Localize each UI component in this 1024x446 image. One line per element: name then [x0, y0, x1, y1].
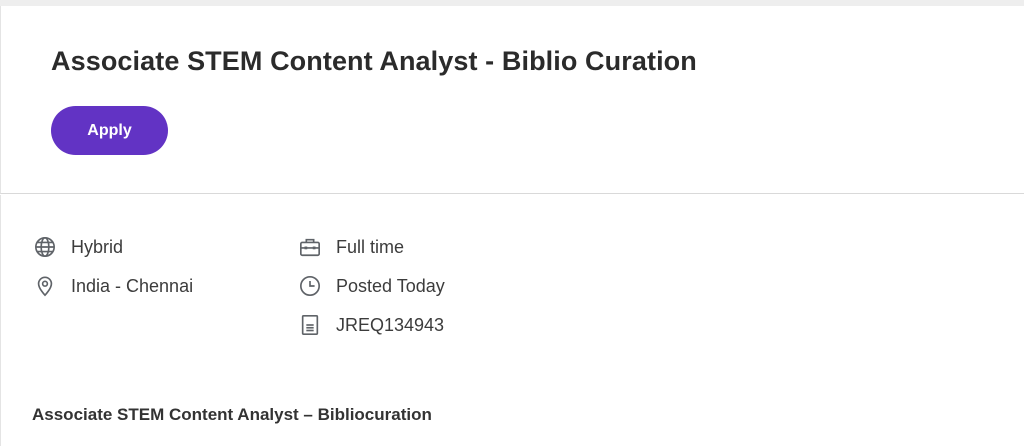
posted-date: Posted Today: [336, 275, 445, 296]
requisition-id: JREQ134943: [336, 314, 445, 335]
briefcase-icon: [298, 235, 322, 259]
employment-type: Full time: [336, 236, 405, 257]
meta-item-location: India - Chennai: [33, 274, 193, 298]
clock-icon: [298, 274, 322, 298]
location-pin-icon: [33, 274, 57, 298]
description-heading: Associate STEM Content Analyst – Biblioc…: [32, 405, 432, 424]
meta-column-right: Full time Posted Today JREQ134943: [298, 235, 445, 352]
meta-column-left: Hybrid India - Chennai: [33, 235, 193, 313]
document-icon: [298, 313, 322, 337]
job-title: Associate STEM Content Analyst - Biblio …: [51, 46, 697, 76]
meta-item-requisition: JREQ134943: [298, 313, 445, 337]
job-details: Hybrid India - Chennai Full time Posted …: [0, 195, 1024, 446]
meta-item-workplace: Hybrid: [33, 235, 193, 259]
globe-icon: [33, 235, 57, 259]
workplace-type: Hybrid: [71, 236, 124, 257]
job-location: India - Chennai: [71, 275, 194, 296]
job-header: Associate STEM Content Analyst - Biblio …: [0, 6, 1024, 194]
meta-item-employment-type: Full time: [298, 235, 445, 259]
apply-button[interactable]: Apply: [51, 106, 168, 155]
meta-item-posted: Posted Today: [298, 274, 445, 298]
